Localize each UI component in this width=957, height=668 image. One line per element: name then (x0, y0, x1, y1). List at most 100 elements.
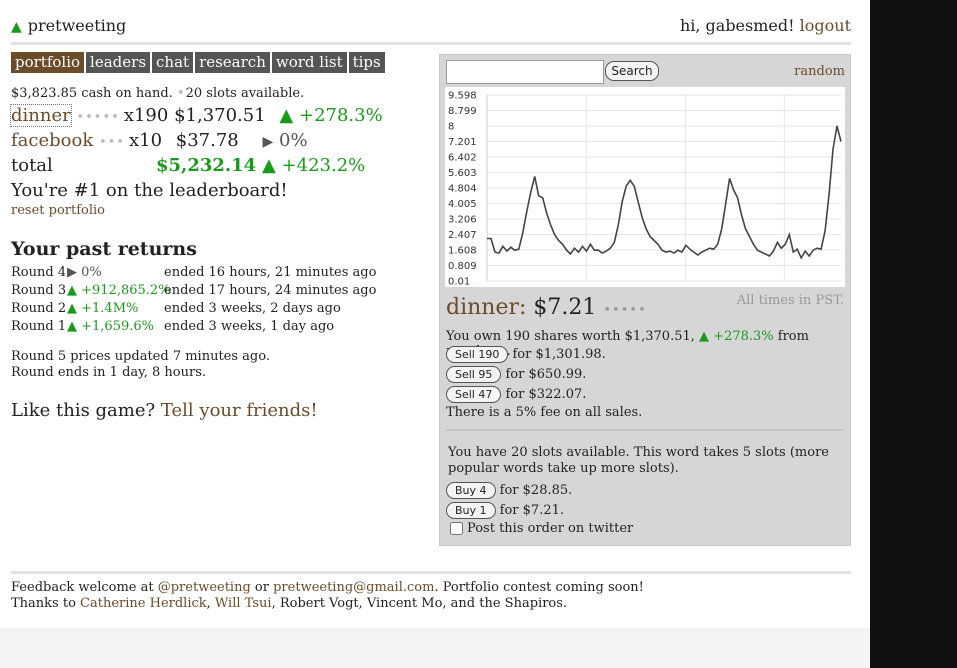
holding-row: facebook ••• x10 $37.78 ▶ 0% (11, 130, 308, 151)
sell-button[interactable]: Sell 190 (446, 346, 509, 363)
word-panel: Search random 9.598 8.799 8 7.201 6.402 5.603… (439, 54, 851, 546)
buy-button[interactable]: Buy 1 (446, 502, 496, 519)
holding-row: dinner ••••• x190 $1,370.51 ▲ +278.3% (10, 104, 383, 127)
share-prompt: Like this game? Tell your friends! (11, 400, 318, 421)
popularity-dots: ••••• (76, 110, 120, 125)
popularity-dots: ••••• (603, 303, 647, 318)
y-tick-label: 4.804 (448, 184, 477, 195)
up-triangle-icon: ▲ (67, 319, 77, 334)
total-change: +423.2% (281, 155, 366, 176)
up-triangle-icon: ▲ (699, 329, 710, 344)
reset-portfolio-link[interactable]: reset portfolio (11, 203, 105, 218)
total-value: $5,232.14 (156, 155, 257, 176)
round-return-value: +1.4M% (81, 301, 139, 316)
tab-leaders[interactable]: leaders (86, 52, 151, 73)
logout-link[interactable]: logout (800, 16, 851, 35)
tweet-checkbox[interactable] (450, 522, 463, 535)
window-edge (870, 0, 957, 668)
tab-research[interactable]: research (195, 52, 270, 73)
tweet-label: Post this order on twitter (467, 521, 634, 536)
order-divider (446, 429, 844, 431)
sell-row: Sell 190 for $1,301.98. (446, 346, 606, 363)
thanks-link[interactable]: Will Tsui (215, 596, 272, 611)
price-word: dinner: (446, 295, 527, 320)
sell-button[interactable]: Sell 95 (446, 366, 502, 383)
buy-row: Buy 4 for $28.85. (446, 482, 572, 499)
buy-price: for $7.21. (499, 503, 565, 518)
y-tick-label: 8 (448, 122, 454, 133)
random-link[interactable]: random (794, 64, 845, 79)
round-return: ▶ 0% (67, 265, 102, 280)
search-button[interactable]: Search (605, 61, 659, 81)
holding-change: 0% (279, 130, 308, 151)
round-label: Round 4 (11, 265, 67, 280)
past-returns-title: Your past returns (11, 238, 197, 260)
right-triangle-icon: ▶ (262, 134, 274, 150)
page-bottom-band (0, 628, 870, 668)
round-return-value: +1,659.6% (81, 319, 155, 334)
buy-row: Buy 1 for $7.21. (446, 502, 564, 519)
page: ▲ pretweeting hi, gabesmed! logout portfo… (0, 0, 870, 668)
footer-text: or (254, 580, 269, 595)
sell-price: for $1,301.98. (512, 347, 606, 362)
tab-chat[interactable]: chat (152, 52, 194, 73)
price-chart: 9.598 8.799 8 7.201 6.402 5.603 4.804 4.005 3.20… (445, 87, 845, 287)
y-tick-label: 4.005 (448, 199, 477, 210)
up-triangle-icon: ▲ (261, 155, 276, 176)
total-row: total $5,232.14 ▲ +423.2% (11, 155, 411, 176)
holding-word[interactable]: dinner (10, 104, 72, 127)
times-note: All times in PST. (736, 293, 844, 308)
price-chart-svg: 9.598 8.799 8 7.201 6.402 5.603 4.804 4.005 3.20… (448, 91, 842, 287)
tab-word-list[interactable]: word list (271, 52, 347, 73)
holding-value: $1,370.51 (174, 105, 266, 126)
round-label: Round 3 (11, 283, 67, 298)
fee-note: There is a 5% fee on all sales. (446, 405, 643, 420)
tab-bar: portfolio leaders chat research word list tip… (11, 52, 387, 73)
footer-line: Thanks to Catherine Herdlick, Will Tsui,… (11, 596, 568, 611)
round-ended: ended 17 hours, 24 minutes ago (164, 283, 377, 298)
thanks-link[interactable]: Catherine Herdlick (80, 596, 207, 611)
past-returns-list: Round 4 ▶ 0% ended 16 hours, 21 minutes … (11, 265, 411, 337)
leaderboard-status: You're #1 on the leaderboard! (11, 180, 288, 201)
sell-row: Sell 47 for $322.07. (446, 386, 586, 403)
cash-text: $3,823.85 cash on hand. (11, 86, 173, 101)
footer-text: , Robert Vogt, Vincent Mo, and the Shapi… (271, 596, 568, 611)
price-line: dinner: $7.21 ••••• (446, 295, 647, 320)
round-ended: ended 16 hours, 21 minutes ago (164, 265, 377, 280)
ownership-text: You own 190 shares worth $1,370.51, (446, 329, 695, 344)
y-tick-label: 3.206 (448, 215, 477, 226)
price-series-line (487, 125, 842, 260)
round-return: ▲ +912,865.2% (67, 283, 171, 298)
tell-friends-link[interactable]: Tell your friends! (161, 400, 318, 421)
brand[interactable]: ▲ pretweeting (11, 16, 126, 35)
up-triangle-icon: ▲ (67, 301, 77, 316)
round-info: Round 5 prices updated 7 minutes ago. Ro… (11, 349, 270, 381)
twitter-link[interactable]: @pretweeting (158, 580, 251, 595)
holding-qty: x10 (128, 130, 163, 151)
slots-text: 20 slots available. (185, 86, 305, 101)
tab-tips[interactable]: tips (348, 52, 385, 73)
right-triangle-icon: ▶ (67, 265, 77, 280)
buy-button[interactable]: Buy 4 (446, 482, 496, 499)
round-ended: ended 3 weeks, 2 days ago (164, 301, 341, 316)
y-tick-label: 7.201 (448, 137, 477, 148)
round-return: ▲ +1,659.6% (67, 319, 154, 334)
y-tick-label: 6.402 (448, 153, 477, 164)
popularity-dots: ••• (98, 135, 125, 150)
email-link[interactable]: pretweeting@gmail.com (273, 580, 434, 595)
tab-portfolio[interactable]: portfolio (11, 52, 85, 73)
footer-text: Thanks to (11, 596, 76, 611)
greeting-area: hi, gabesmed! logout (680, 16, 851, 35)
holding-value: $37.78 (175, 130, 239, 151)
round-return: ▲ +1.4M% (67, 301, 138, 316)
sell-button[interactable]: Sell 47 (446, 386, 502, 403)
greeting-text: hi, gabesmed! (679, 16, 795, 35)
footer: Feedback welcome at @pretweeting or pret… (11, 580, 644, 612)
round-row: Round 4 ▶ 0% ended 16 hours, 21 minutes … (11, 265, 411, 283)
footer-text: . Portfolio contest coming soon! (434, 580, 644, 595)
search-input[interactable] (446, 60, 604, 84)
holding-word[interactable]: facebook (11, 130, 93, 151)
y-tick-label: 1.608 (448, 246, 477, 257)
y-tick-label: 2.407 (448, 230, 477, 241)
round-row: Round 3 ▲ +912,865.2% ended 17 hours, 24… (11, 283, 411, 301)
